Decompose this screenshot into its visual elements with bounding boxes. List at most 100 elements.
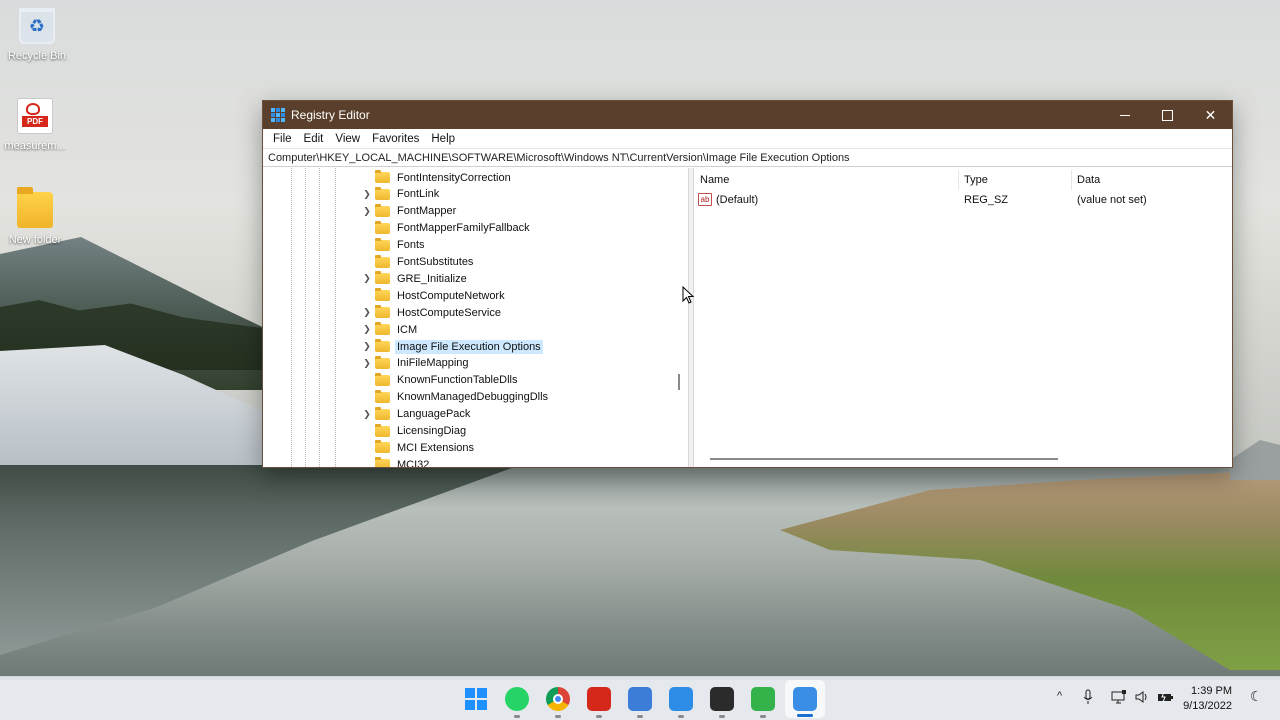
desktop-icon-pdf[interactable]: PDF measurem... (0, 98, 72, 152)
folder-icon (375, 389, 390, 403)
tree-guide (319, 168, 320, 467)
running-app-indicator (637, 715, 643, 718)
tree-item[interactable]: FontMapperFamilyFallback (361, 220, 532, 237)
tray-overflow-chevron-icon[interactable]: ^ (1057, 690, 1062, 702)
tree-item[interactable]: HostComputeNetwork (361, 287, 507, 304)
display-icon[interactable] (1111, 689, 1127, 708)
tree-item[interactable]: ❯ GRE_Initialize (361, 270, 469, 287)
folder-icon (375, 322, 390, 336)
tree-item-label: LicensingDiag (397, 425, 467, 437)
menu-favorites[interactable]: Favorites (366, 133, 425, 145)
value-data: (value not set) (1077, 194, 1147, 206)
folder-icon (375, 305, 390, 319)
editor-panes: FontIntensityCorrection ❯ FontLink ❯ FontMap… (263, 168, 1232, 467)
windows-logo-icon[interactable] (464, 687, 488, 711)
chevron-right-icon[interactable]: ❯ (361, 189, 373, 200)
tree-item[interactable]: ❯ FontMapper (361, 203, 458, 220)
running-app-indicator (555, 715, 561, 718)
title-bar[interactable]: Registry Editor ✕ (263, 101, 1232, 129)
chevron-right-icon[interactable]: ❯ (361, 358, 373, 369)
chevron-right-icon[interactable]: ❯ (361, 341, 373, 352)
tree-item[interactable]: MCI32 (361, 456, 431, 467)
microphone-icon[interactable] (1083, 689, 1093, 708)
close-button[interactable]: ✕ (1189, 101, 1232, 129)
column-header-name[interactable]: Name (700, 174, 729, 188)
recycle-bin-icon (19, 8, 55, 44)
menu-help[interactable]: Help (425, 133, 461, 145)
column-separator[interactable] (958, 170, 959, 190)
desktop-icon-label: New folder (8, 234, 62, 246)
desktop-icon-new-folder[interactable]: New folder (0, 187, 72, 246)
maximize-button[interactable] (1146, 101, 1189, 129)
tree-item[interactable]: LicensingDiag (361, 423, 468, 440)
tree-item[interactable]: KnownManagedDebuggingDlls (361, 389, 550, 406)
capture-app-icon[interactable] (710, 687, 734, 711)
tree-item[interactable]: ❯ FontLink (361, 186, 441, 203)
tree-item[interactable]: Fonts (361, 237, 427, 254)
chevron-right-icon[interactable]: ❯ (361, 409, 373, 420)
folder-icon (375, 170, 390, 183)
column-header-data[interactable]: Data (1077, 174, 1100, 188)
chevron-right-icon[interactable]: ❯ (361, 206, 373, 217)
tree-item[interactable]: KnownFunctionTableDlls (361, 372, 519, 389)
tree-item-label: Image File Execution Options (395, 339, 543, 354)
registry-editor-icon[interactable] (793, 687, 817, 711)
address-bar[interactable]: Computer\HKEY_LOCAL_MACHINE\SOFTWARE\Mic… (263, 148, 1232, 167)
chevron-right-icon[interactable]: ❯ (361, 324, 373, 335)
folder-icon (375, 237, 390, 251)
tree-item[interactable]: ❯ LanguagePack (361, 406, 472, 423)
folder-icon (17, 187, 53, 228)
tree-item-label: MCI Extensions (397, 441, 475, 454)
moon-icon[interactable]: ☾ (1250, 688, 1263, 705)
wallpaper-reflection (0, 465, 520, 655)
values-horizontal-scrollbar[interactable] (710, 458, 1058, 460)
active-app-indicator (797, 714, 813, 717)
folder-icon (375, 288, 390, 302)
tree-item-label: FontMapperFamilyFallback (397, 222, 530, 235)
green-app-icon[interactable] (751, 687, 775, 711)
acrobat-icon[interactable] (587, 687, 611, 711)
tree-item[interactable]: FontSubstitutes (361, 254, 475, 271)
window-app-icon[interactable] (628, 687, 652, 711)
key-tree-pane[interactable]: FontIntensityCorrection ❯ FontLink ❯ FontMap… (263, 168, 689, 467)
desktop-icon-label: measurem... (4, 140, 66, 152)
running-app-indicator (760, 715, 766, 718)
tree-item[interactable]: MCI Extensions (361, 439, 476, 456)
running-app-indicator (678, 715, 684, 718)
tree-item-label: FontIntensityCorrection (397, 171, 511, 184)
chevron-right-icon[interactable]: ❯ (361, 273, 373, 284)
folder-icon (375, 457, 390, 467)
column-header-type[interactable]: Type (964, 174, 988, 188)
tree-item[interactable]: ❯ ICM (361, 321, 419, 338)
value-row[interactable]: ab (Default) REG_SZ (value not set) (694, 192, 1232, 209)
tree-scrollbar[interactable] (678, 374, 680, 390)
menu-file[interactable]: File (267, 133, 298, 145)
menu-edit[interactable]: Edit (298, 133, 330, 145)
tree-item[interactable]: ❯ Image File Execution Options (361, 338, 543, 355)
desktop-icon-recycle-bin[interactable]: Recycle Bin (0, 8, 74, 62)
chevron-right-icon[interactable]: ❯ (361, 307, 373, 318)
column-separator[interactable] (1071, 170, 1072, 190)
system-clock[interactable]: 1:39 PM 9/13/2022 (1183, 684, 1232, 714)
tree-guide (335, 168, 336, 467)
running-app-indicator (596, 715, 602, 718)
tree-item-label: MCI32 (397, 458, 430, 467)
tree-item-label: LanguagePack (397, 408, 471, 421)
tree-item-label: HostComputeService (397, 306, 501, 319)
tree-item[interactable]: FontIntensityCorrection (361, 169, 513, 186)
minimize-button[interactable] (1103, 101, 1146, 129)
folder-icon (375, 271, 390, 285)
tree-item-label: Fonts (397, 239, 425, 252)
running-app-indicator (719, 715, 725, 718)
tree-item[interactable]: ❯ IniFileMapping (361, 355, 471, 372)
volume-icon[interactable] (1134, 689, 1150, 708)
chrome-icon[interactable] (546, 687, 570, 711)
registry-editor-window[interactable]: Registry Editor ✕ File Edit View Favorit… (262, 100, 1233, 468)
battery-icon[interactable] (1156, 689, 1174, 708)
folder-icon (375, 220, 390, 234)
values-pane[interactable]: Name Type Data ab (Default) REG_SZ (valu… (694, 168, 1232, 467)
camera-app-icon[interactable] (669, 687, 693, 711)
tree-item[interactable]: ❯ HostComputeService (361, 304, 503, 321)
menu-view[interactable]: View (329, 133, 366, 145)
whatsapp-icon[interactable] (505, 687, 529, 711)
